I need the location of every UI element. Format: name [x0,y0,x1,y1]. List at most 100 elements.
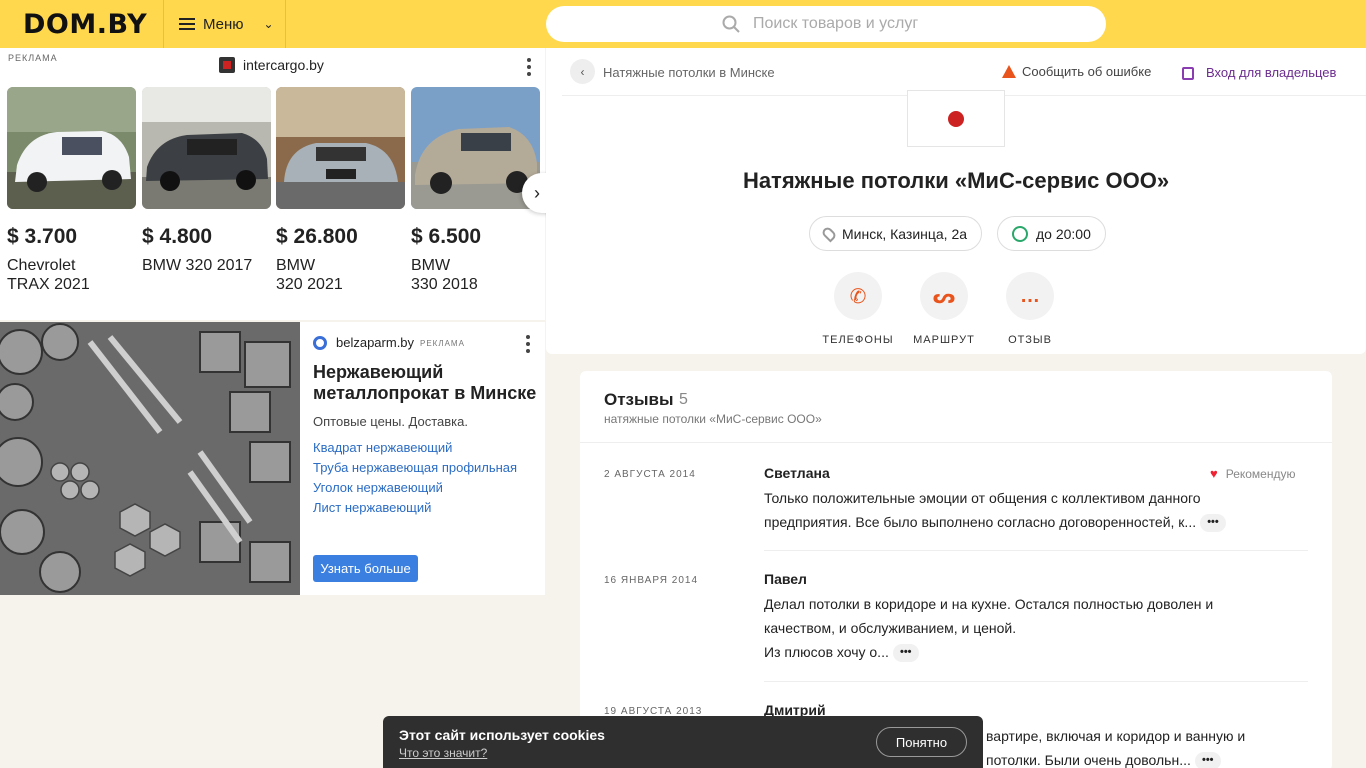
car-card[interactable]: $ 26.800 BMW 320 2021 [276,87,405,294]
site-logo[interactable]: DOM.BY [23,9,147,40]
recommend-label: Рекомендую [1225,466,1296,481]
owner-login-link[interactable]: Вход для владельцев [1182,64,1336,80]
company-title: Натяжные потолки «МиС-сервис ООО» [742,168,1170,193]
ad-options-icon[interactable] [526,335,530,353]
review-text: вартире, включая и коридор и ванную и по… [986,724,1286,768]
ad-title[interactable]: Нержавеющий металлопрокат в Минске [313,362,538,404]
warning-icon [1002,65,1016,78]
review-author: Павел [764,571,807,587]
hamburger-icon [179,18,195,30]
ad-block-metal: belzaparm.by РЕКЛАМА Нержавеющий металло… [0,322,545,595]
expand-more-button[interactable]: ••• [892,644,919,663]
recommend-badge: ♥ Рекомендую [1210,466,1295,481]
review-text: Только положительные эмоции от общения с… [764,486,1274,534]
phones-action[interactable]: ✆ ТЕЛЕФОНЫ [818,272,898,346]
review-text-line: вартире, включая и коридор и ванную и [986,728,1246,744]
chat-icon: … [1006,272,1054,320]
reviews-count: 5 [679,391,688,408]
address-text: Минск, Казинца, 2а [842,225,968,242]
car-price: $ 26.800 [276,225,358,248]
route-label: МАРШРУТ [913,334,975,346]
car-photo [276,87,405,209]
chevron-right-icon: › [534,182,540,203]
search-icon [722,15,740,33]
review-text: Делал потолки в коридоре и на кухне. Ост… [764,592,1274,664]
car-price: $ 6.500 [411,225,482,248]
clock-icon [1012,225,1028,242]
car-price: $ 3.700 [7,225,78,248]
ad-link[interactable]: Труба нержавеющая профильная [313,460,517,480]
divider [580,442,1332,443]
address-chip[interactable]: Минск, Казинца, 2а [809,216,983,251]
hours-text: до 20:00 [1036,225,1091,242]
cookie-info-link[interactable]: Что это значит? [399,746,487,760]
ad-options-icon[interactable] [527,58,531,76]
car-photo [7,87,136,209]
report-error-label: Сообщить об ошибке [1022,64,1152,79]
review-text-line: Делал потолки в коридоре и на кухне. Ост… [764,596,1214,636]
divider [764,681,1308,682]
chevron-down-icon: ⌄ [263,17,274,31]
back-button[interactable]: ‹ [570,59,595,84]
reviews-subtitle: натяжные потолки «МиС-сервис ООО» [604,412,822,426]
review-date: 16 ЯНВАРЯ 2014 [604,575,699,586]
belzaparm-favicon-icon [313,336,327,350]
car-card[interactable]: $ 6.500 BMW 330 2018 [411,87,540,294]
report-error-link[interactable]: Сообщить об ошибке [1002,64,1151,79]
ad-link[interactable]: Квадрат нержавеющий [313,440,517,460]
site-header: DOM.BY Меню ⌄ Поиск товаров и услуг [0,0,1366,48]
ad-domain-text[interactable]: belzaparm.by [336,335,414,350]
intercargo-favicon-icon [219,57,235,73]
ad-link[interactable]: Лист нержавеющий [313,500,517,520]
ad-links: Квадрат нержавеющий Труба нержавеющая пр… [313,440,517,520]
car-carousel: $ 3.700 Chevrolet TRAX 2021 $ 4.800 BMW … [7,87,545,317]
reviews-title: Отзывы [604,390,674,409]
cookie-accept-button[interactable]: Понятно [876,727,967,757]
review-text-content: Только положительные эмоции от общения с… [764,490,1201,530]
ad-label: РЕКЛАМА [8,53,58,63]
location-pin-icon [820,225,838,242]
reviews-panel: Отзывы 5 натяжные потолки «МиС-сервис ОО… [580,371,1332,768]
car-card[interactable]: $ 3.700 Chevrolet TRAX 2021 [7,87,136,294]
phones-label: ТЕЛЕФОНЫ [822,334,894,346]
route-action[interactable]: ᔕ МАРШРУТ [904,272,984,346]
company-logo-mark [948,110,964,127]
car-photo [411,87,540,209]
metal-products-image[interactable] [0,322,300,595]
cookie-title: Этот сайт использует cookies [399,727,605,743]
business-card: ‹ Натяжные потолки в Минске Сообщить об … [546,48,1366,354]
heart-icon: ♥ [1210,466,1218,481]
cookie-banner: Этот сайт использует cookies Что это зна… [383,716,983,768]
learn-more-button[interactable]: Узнать больше [313,555,418,582]
menu-button[interactable]: Меню ⌄ [163,0,286,48]
ad-description: Оптовые цены. Доставка. [313,414,468,429]
ad-link[interactable]: Уголок нержавеющий [313,480,517,500]
review-label: ОТЗЫВ [1008,334,1052,346]
hours-chip[interactable]: до 20:00 [997,216,1106,251]
review-author: Светлана [764,465,830,481]
review-text-line: Из плюсов хочу о... [764,644,889,660]
car-name: BMW 320 2021 [276,257,343,293]
ad-block-cars: РЕКЛАМА intercargo.by $ 3.700 Chevrolet … [0,48,552,320]
car-name: Chevrolet TRAX 2021 [7,257,90,293]
search-placeholder: Поиск товаров и услуг [753,15,919,32]
lock-icon [1182,67,1194,80]
expand-more-button[interactable]: ••• [1199,514,1226,533]
review-action[interactable]: … ОТЗЫВ [990,272,1070,346]
route-icon: ᔕ [920,272,968,320]
review-date: 2 АВГУСТА 2014 [604,469,696,480]
breadcrumb[interactable]: Натяжные потолки в Минске [603,65,775,80]
ad-domain-link[interactable]: intercargo.by [219,57,324,73]
car-card[interactable]: $ 4.800 BMW 320 2017 [142,87,271,275]
divider [764,550,1308,551]
car-name: BMW 320 2017 [142,257,253,274]
owner-login-label: Вход для владельцев [1206,64,1337,80]
car-price: $ 4.800 [142,225,213,248]
search-input[interactable]: Поиск товаров и услуг [546,6,1106,42]
menu-label: Меню [203,15,244,33]
expand-more-button[interactable]: ••• [1194,752,1221,768]
ad-domain-text: intercargo.by [243,57,324,73]
phone-icon: ✆ [834,272,882,320]
car-name: BMW 330 2018 [411,257,478,293]
ad-label: РЕКЛАМА [420,339,465,348]
